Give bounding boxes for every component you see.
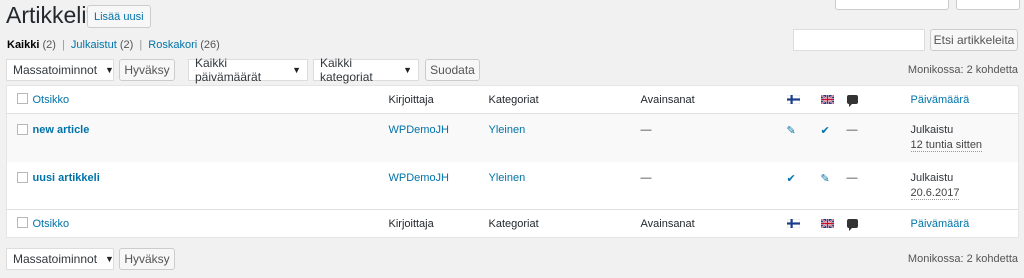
edit-pencil-icon[interactable]: ✎ <box>787 124 796 137</box>
category-link[interactable]: Yleinen <box>489 172 526 184</box>
add-new-button[interactable]: Lisää uusi <box>87 5 151 28</box>
select-all-checkbox[interactable] <box>17 216 28 228</box>
apply-button[interactable]: Hyväksy <box>119 59 175 81</box>
screen-options-button[interactable] <box>835 0 949 10</box>
chevron-down-icon: ▼ <box>105 65 114 75</box>
edit-pencil-icon[interactable]: ✎ <box>821 172 830 185</box>
post-status: Julkaistu <box>910 171 954 184</box>
column-title[interactable]: Otsikko <box>33 218 70 230</box>
view-trash[interactable]: Roskakori (26) <box>148 39 220 51</box>
column-tags: Avainsanat <box>640 93 695 106</box>
row-checkbox[interactable] <box>17 171 28 183</box>
column-author: Kirjoittaja <box>388 217 434 230</box>
finnish-flag-icon <box>786 219 800 229</box>
row-checkbox[interactable] <box>17 124 28 135</box>
tags-value: — <box>640 124 652 136</box>
column-categories: Kategoriat <box>488 93 539 106</box>
search-button[interactable]: Etsi artikkeleita <box>930 29 1018 51</box>
column-tags: Avainsanat <box>640 217 695 230</box>
post-title-link[interactable]: uusi artikkeli <box>33 172 100 184</box>
comments-icon[interactable] <box>846 219 858 232</box>
table-header: Otsikko Kirjoittaja Kategoriat Avainsana… <box>6 86 1019 114</box>
help-button[interactable] <box>956 0 1020 10</box>
english-flag-icon <box>820 95 834 105</box>
post-status: Julkaistu <box>910 124 954 136</box>
english-flag-icon <box>820 219 834 229</box>
chevron-down-icon: ▼ <box>292 65 301 75</box>
posts-table: Otsikko Kirjoittaja Kategoriat Avainsana… <box>6 85 1019 238</box>
view-filters: Kaikki (2) | Julkaistut (2) | Roskakori … <box>7 39 220 51</box>
table-row: new article WPDemoJH Yleinen — ✎ ✔ — Jul… <box>6 113 1019 162</box>
comments-value: — <box>846 124 858 136</box>
column-title[interactable]: Otsikko <box>33 94 70 106</box>
column-categories: Kategoriat <box>488 217 539 230</box>
column-date[interactable]: Päivämäärä <box>911 218 970 230</box>
apply-button-bottom[interactable]: Hyväksy <box>119 248 175 270</box>
item-count-bottom: Monikossa: 2 kohdetta <box>907 253 1018 265</box>
view-all[interactable]: Kaikki (2) <box>7 39 56 51</box>
view-published[interactable]: Julkaistut (2) <box>71 39 133 51</box>
post-title-link[interactable]: new article <box>33 124 90 136</box>
check-icon[interactable]: ✔ <box>787 172 796 185</box>
dates-select[interactable]: Kaikki päivämäärät ▼ <box>188 56 308 84</box>
post-date: 20.6.2017 <box>910 186 960 200</box>
filter-button[interactable]: Suodata <box>425 59 480 81</box>
bulk-actions-select[interactable]: Massatoiminnot ▼ <box>6 59 114 81</box>
table-row: uusi artikkeli WPDemoJH Yleinen — ✔ ✎ — … <box>7 162 1019 210</box>
check-icon[interactable]: ✔ <box>821 124 830 137</box>
column-author: Kirjoittaja <box>388 93 434 106</box>
search-input[interactable] <box>793 29 925 51</box>
author-link[interactable]: WPDemoJH <box>389 172 450 184</box>
select-all-checkbox[interactable] <box>17 92 28 104</box>
chevron-down-icon: ▼ <box>403 65 412 75</box>
chevron-down-icon: ▼ <box>105 254 114 264</box>
page-title: Artikkelit <box>6 2 93 28</box>
column-date[interactable]: Päivämäärä <box>911 94 970 106</box>
tags-value: — <box>640 171 652 184</box>
comments-icon[interactable] <box>846 95 858 108</box>
category-link[interactable]: Yleinen <box>489 124 526 136</box>
categories-select[interactable]: Kaikki kategoriat ▼ <box>313 56 419 84</box>
author-link[interactable]: WPDemoJH <box>389 124 450 136</box>
bulk-actions-select-bottom[interactable]: Massatoiminnot ▼ <box>6 248 114 270</box>
table-footer: Otsikko Kirjoittaja Kategoriat Avainsana… <box>6 209 1019 238</box>
item-count: Monikossa: 2 kohdetta <box>907 64 1018 76</box>
post-date: 12 tuntia sitten <box>910 139 983 152</box>
finnish-flag-icon <box>786 95 800 105</box>
comments-value: — <box>846 171 858 184</box>
